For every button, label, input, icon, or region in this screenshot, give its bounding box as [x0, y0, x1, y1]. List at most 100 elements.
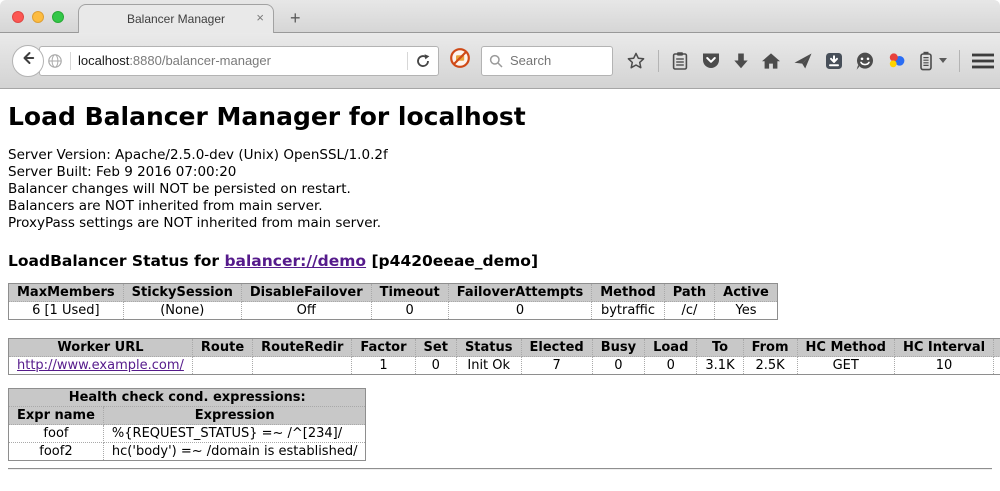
page-title: Load Balancer Manager for localhost [8, 89, 992, 147]
back-icon [19, 49, 37, 72]
cell-disablefailover: Off [241, 302, 371, 320]
server-info: Server Version: Apache/2.5.0-dev (Unix) … [8, 147, 992, 232]
table-row: http://www.example.com/ 1 0 Init Ok 7 0 … [9, 357, 1000, 375]
battery-icon[interactable] [919, 51, 933, 71]
table-header-row: MaxMembers StickySession DisableFailover… [9, 284, 778, 302]
table-row: foof2 hc('body') =~ /domain is establish… [9, 443, 366, 461]
tab-close-icon[interactable]: × [256, 11, 264, 24]
cell-path: /c/ [664, 302, 714, 320]
urlbar-divider [407, 52, 408, 70]
browser-tab[interactable]: Balancer Manager × [78, 4, 274, 33]
column-header: Busy [592, 339, 644, 357]
new-tab-button[interactable]: + [290, 9, 301, 27]
plugin-blocked-button[interactable] [449, 47, 471, 74]
clipboard-icon[interactable] [671, 51, 689, 71]
notice-line: ProxyPass settings are NOT inherited fro… [8, 215, 992, 232]
url-path: :8880/balancer-manager [129, 53, 271, 68]
toolbar-buttons [626, 50, 1000, 72]
cell-routeredir [253, 357, 352, 375]
cell-timeout: 0 [371, 302, 448, 320]
column-header: FailoverAttempts [448, 284, 592, 302]
cell-expr-name: foof2 [9, 443, 104, 461]
column-header: Set [415, 339, 456, 357]
column-header: To [697, 339, 743, 357]
cell-from: 2.5K [743, 357, 797, 375]
globe-icon [47, 53, 63, 69]
column-header: Elected [521, 339, 592, 357]
download-icon[interactable] [733, 52, 749, 70]
cell-to: 3.1K [697, 357, 743, 375]
cell-expression: %{REQUEST_STATUS} =~ /^[234]/ [103, 425, 366, 443]
column-header: Path [664, 284, 714, 302]
window-minimize-button[interactable] [32, 11, 44, 23]
cell-status: Init Ok [456, 357, 521, 375]
notice-line: Balancers are NOT inherited from main se… [8, 198, 992, 215]
browser-window: Balancer Manager × + localhost:8880/bala… [0, 0, 1000, 491]
window-controls [12, 11, 64, 23]
cell-route [192, 357, 252, 375]
dropdown-caret-icon[interactable] [939, 58, 947, 63]
reload-button[interactable] [415, 53, 431, 69]
window-zoom-button[interactable] [52, 11, 64, 23]
pocket-icon[interactable] [701, 51, 721, 70]
balancer-settings-table: MaxMembers StickySession DisableFailover… [8, 283, 778, 320]
table-row: 6 [1 Used] (None) Off 0 0 bytraffic /c/ … [9, 302, 778, 320]
column-header: StickySession [123, 284, 241, 302]
table-row: foof %{REQUEST_STATUS} =~ /^[234]/ [9, 425, 366, 443]
search-input[interactable] [508, 52, 605, 69]
column-header: Worker URL [9, 339, 193, 357]
tab-bar: Balancer Manager × + [0, 0, 1000, 33]
cell-maxmembers: 6 [1 Used] [9, 302, 124, 320]
column-header: Expr name [9, 407, 104, 425]
column-header: Factor [352, 339, 415, 357]
column-header: HC Method [797, 339, 894, 357]
server-version-line: Server Version: Apache/2.5.0-dev (Unix) … [8, 147, 992, 164]
server-built-line: Server Built: Feb 9 2016 07:00:20 [8, 164, 992, 181]
colored-dots-icon[interactable] [887, 51, 907, 71]
url-domain: localhost [78, 53, 129, 68]
column-header: RouteRedir [253, 339, 352, 357]
menu-icon[interactable] [972, 53, 994, 69]
url-bar[interactable]: localhost:8880/balancer-manager [39, 46, 439, 76]
search-bar[interactable] [481, 46, 613, 76]
send-icon[interactable] [793, 52, 813, 70]
column-header: HC Interval [894, 339, 993, 357]
cell-worker-url: http://www.example.com/ [9, 357, 193, 375]
cell-expression: hc('body') =~ /domain is established/ [103, 443, 366, 461]
notice-line: Balancer changes will NOT be persisted o… [8, 181, 992, 198]
cell-passes: 1 (0) [994, 357, 1000, 375]
column-header: Method [592, 284, 664, 302]
column-header: Expression [103, 407, 366, 425]
worker-url-link[interactable]: http://www.example.com/ [17, 358, 184, 373]
cell-set: 0 [415, 357, 456, 375]
status-heading-suffix: [p4420eeae_demo] [366, 252, 538, 270]
column-header: Status [456, 339, 521, 357]
table-header-row: Expr name Expression [9, 407, 366, 425]
page-content: Load Balancer Manager for localhost Serv… [0, 89, 1000, 490]
balancer-demo-link[interactable]: balancer://demo [224, 252, 366, 270]
health-table-title: Health check cond. expressions: [9, 389, 366, 407]
column-header: DisableFailover [241, 284, 371, 302]
toolbar-separator [658, 50, 659, 72]
health-check-expressions-table: Health check cond. expressions: Expr nam… [8, 388, 366, 461]
home-icon[interactable] [761, 52, 781, 70]
worker-status-table: Worker URL Route RouteRedir Factor Set S… [8, 338, 1000, 375]
column-header: Active [715, 284, 778, 302]
download-box-icon[interactable] [825, 52, 843, 70]
column-header: From [743, 339, 797, 357]
cell-active: Yes [715, 302, 778, 320]
cell-method: bytraffic [592, 302, 664, 320]
bookmark-star-icon[interactable] [626, 51, 646, 71]
chat-smiley-icon[interactable] [855, 51, 875, 71]
cell-elected: 7 [521, 357, 592, 375]
cell-failoverattempts: 0 [448, 302, 592, 320]
column-header: MaxMembers [9, 284, 124, 302]
search-icon [489, 54, 503, 68]
cell-load: 0 [645, 357, 697, 375]
table-title-row: Health check cond. expressions: [9, 389, 366, 407]
cell-hc-interval: 10 [894, 357, 993, 375]
url-input[interactable]: localhost:8880/balancer-manager [78, 53, 400, 68]
back-button[interactable] [12, 45, 44, 77]
cell-factor: 1 [352, 357, 415, 375]
window-close-button[interactable] [12, 11, 24, 23]
